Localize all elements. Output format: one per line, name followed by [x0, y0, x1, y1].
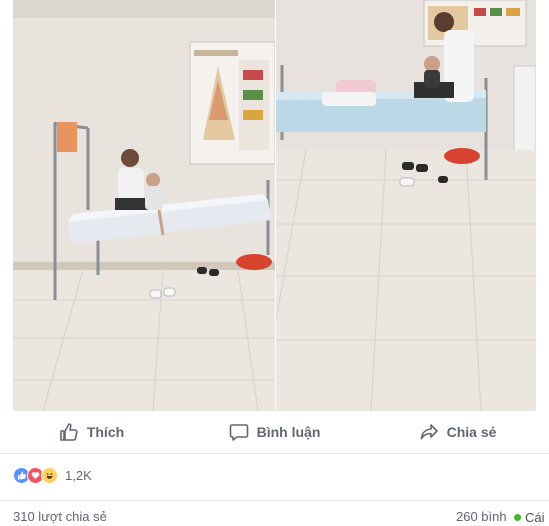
share-count[interactable]: 310 lượt chia sẻ	[13, 509, 107, 524]
post-photo-grid	[0, 0, 549, 411]
like-label: Thích	[86, 424, 125, 440]
like-button[interactable]: Thích	[0, 411, 183, 453]
share-arrow-icon	[420, 424, 438, 440]
reaction-summary[interactable]: 1,2K	[0, 456, 549, 494]
comment-button[interactable]: Bình luận	[183, 411, 366, 453]
hospital-room-photo-left	[13, 0, 275, 411]
online-status-icon	[514, 514, 521, 521]
chat-label: Cái	[525, 510, 545, 525]
comment-count[interactable]: 260 bình	[456, 509, 507, 524]
haha-reaction-icon	[41, 466, 58, 484]
chat-tab[interactable]: Cái	[512, 510, 545, 525]
post-action-bar: Thích Bình luận Chia sẻ	[0, 411, 549, 454]
hospital-room-photo-right	[276, 0, 536, 411]
post-footer: 310 lượt chia sẻ 260 bình Cái	[0, 500, 549, 526]
reaction-count[interactable]: 1,2K	[65, 468, 92, 483]
comment-bubble-icon	[229, 424, 248, 441]
share-button[interactable]: Chia sẻ	[366, 411, 549, 453]
thumbs-up-icon	[60, 423, 78, 441]
share-label: Chia sẻ	[446, 424, 497, 440]
reaction-icons	[13, 466, 58, 484]
comment-label: Bình luận	[256, 424, 321, 440]
post-photo-left[interactable]	[13, 0, 275, 411]
post-photo-right[interactable]	[276, 0, 536, 411]
